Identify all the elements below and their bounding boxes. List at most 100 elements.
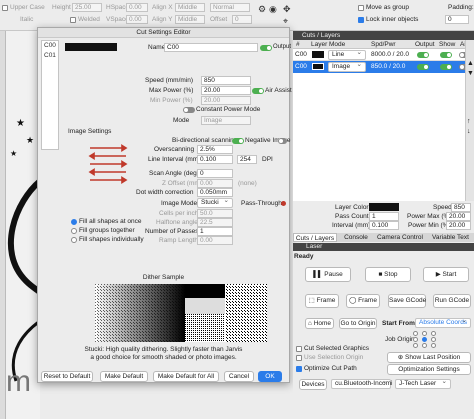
layer-color-button[interactable] bbox=[369, 203, 399, 211]
run-gcode-button[interactable]: Run GCode bbox=[433, 294, 471, 308]
num-passes-input[interactable]: 1 bbox=[197, 227, 233, 236]
table-row[interactable]: C00 Image 850.0 / 20.0 bbox=[293, 61, 474, 73]
move-icon[interactable]: ✥ bbox=[283, 4, 291, 15]
power-max-input[interactable]: 20.00 bbox=[446, 212, 471, 221]
job-origin-option[interactable] bbox=[422, 337, 427, 342]
move-down-icon[interactable]: ▼ bbox=[467, 70, 474, 77]
cancel-button[interactable]: Cancel bbox=[224, 371, 254, 382]
use-selection-origin-checkbox[interactable] bbox=[296, 355, 302, 361]
name-input[interactable]: C00 bbox=[164, 43, 258, 52]
row-mode-select[interactable]: Line bbox=[328, 49, 366, 60]
upper-case-checkbox[interactable] bbox=[2, 5, 8, 11]
speed-input[interactable]: 850 bbox=[451, 203, 471, 212]
job-origin-option[interactable] bbox=[413, 337, 418, 342]
pass-count-input[interactable]: 1 bbox=[369, 212, 399, 221]
fill-individually-radio[interactable] bbox=[71, 237, 77, 243]
output-toggle[interactable] bbox=[260, 45, 272, 51]
mode-select[interactable]: Image bbox=[201, 116, 251, 125]
row-output-toggle[interactable] bbox=[417, 52, 429, 58]
move-as-group-checkbox[interactable] bbox=[358, 5, 364, 11]
camera-icon[interactable]: ◉ bbox=[269, 4, 277, 15]
bidirectional-toggle[interactable] bbox=[232, 138, 244, 144]
frame-button-1[interactable]: ⬚ Frame bbox=[305, 294, 339, 308]
device-select[interactable]: J-Tech Laser bbox=[395, 378, 451, 389]
power-min-input[interactable]: 20.00 bbox=[446, 221, 471, 230]
reset-to-default-button[interactable]: Reset to Default bbox=[41, 371, 93, 382]
job-origin-option[interactable] bbox=[422, 331, 427, 336]
z-offset-input[interactable]: 0.00 bbox=[197, 179, 233, 188]
job-origin-option[interactable] bbox=[413, 343, 418, 348]
layer-list-item[interactable]: C01 bbox=[44, 52, 56, 60]
design-canvas[interactable]: ★ ★ ★ m bbox=[0, 31, 40, 419]
row-output-toggle[interactable] bbox=[417, 64, 429, 70]
port-select[interactable]: cu.Bluetooth-Incomi bbox=[331, 378, 392, 389]
lock-inner-objects-checkbox[interactable] bbox=[358, 17, 364, 23]
job-origin-grid[interactable] bbox=[413, 331, 437, 349]
arrow-down-icon[interactable]: ↓ bbox=[467, 128, 471, 135]
job-origin-option[interactable] bbox=[431, 331, 436, 336]
optimize-cut-path-checkbox[interactable] bbox=[296, 366, 302, 372]
layer-list-item[interactable]: C00 bbox=[44, 42, 56, 50]
go-to-origin-button[interactable]: Go to Origin bbox=[339, 318, 377, 329]
max-power-input[interactable]: 20.00 bbox=[201, 86, 251, 95]
ramp-length-input[interactable]: 0.00 bbox=[197, 236, 233, 245]
tab-cuts-layers[interactable]: Cuts / Layers bbox=[293, 233, 337, 242]
make-default-all-button[interactable]: Make Default for All bbox=[153, 371, 219, 382]
job-origin-option[interactable] bbox=[413, 331, 418, 336]
dot-width-input[interactable]: 0.050mm bbox=[197, 188, 233, 197]
cells-per-inch-input[interactable]: 50.0 bbox=[197, 209, 233, 218]
job-origin-option[interactable] bbox=[431, 343, 436, 348]
constant-power-toggle[interactable] bbox=[183, 107, 195, 113]
job-origin-option[interactable] bbox=[431, 337, 436, 342]
show-last-position-button[interactable]: ⊕ Show Last Position bbox=[387, 352, 471, 363]
arrow-up-icon[interactable]: ↑ bbox=[467, 118, 471, 125]
table-row[interactable]: C00 Line 8000.0 / 20.0 bbox=[293, 49, 474, 61]
welded-checkbox[interactable] bbox=[70, 17, 76, 23]
padding-input[interactable]: 0 bbox=[445, 15, 469, 24]
save-gcode-button[interactable]: Save GCode bbox=[388, 294, 426, 308]
height-input[interactable]: 25.00 bbox=[72, 3, 102, 12]
tab-variable-text[interactable]: Variable Text bbox=[427, 233, 474, 242]
row-show-toggle[interactable] bbox=[440, 64, 452, 70]
make-default-button[interactable]: Make Default bbox=[100, 371, 148, 382]
overscanning-input[interactable]: 2.5% bbox=[197, 145, 233, 154]
dpi-input[interactable]: 254 bbox=[237, 155, 257, 164]
stop-button[interactable]: ■ Stop bbox=[365, 267, 411, 282]
font-style-select[interactable]: Normal bbox=[210, 3, 250, 12]
start-button[interactable]: ▶ Start bbox=[423, 267, 469, 282]
min-power-input[interactable]: 20.00 bbox=[201, 96, 251, 105]
tab-console[interactable]: Console bbox=[339, 233, 373, 242]
pass-through-toggle[interactable] bbox=[281, 201, 286, 206]
align-y-select[interactable]: Middle bbox=[175, 15, 205, 24]
offset-input[interactable]: 0 bbox=[232, 15, 252, 24]
halftone-angle-input[interactable]: 22.5 bbox=[197, 218, 233, 227]
tab-camera-control[interactable]: Camera Control bbox=[375, 233, 425, 242]
row-mode-select[interactable]: Image bbox=[328, 61, 366, 72]
fill-groups-radio[interactable] bbox=[71, 228, 77, 234]
devices-button[interactable]: Devices bbox=[299, 379, 327, 390]
scan-angle-input[interactable]: 0 bbox=[197, 169, 233, 178]
vspace-input[interactable]: 0.00 bbox=[126, 15, 148, 24]
ok-button[interactable]: OK bbox=[258, 371, 282, 382]
start-from-select[interactable]: Absolute Coords bbox=[415, 317, 471, 328]
interval-input[interactable]: 0.100 bbox=[369, 221, 399, 230]
line-interval-input[interactable]: 0.100 bbox=[197, 155, 233, 164]
move-up-icon[interactable]: ▲ bbox=[467, 60, 474, 67]
frame-button-2[interactable]: ◯ Frame bbox=[346, 294, 380, 308]
optimization-settings-button[interactable]: Optimization Settings bbox=[387, 364, 471, 375]
crosshair-icon[interactable]: ⌖ bbox=[283, 16, 288, 27]
speed-input[interactable]: 850 bbox=[201, 76, 251, 85]
hspace-input[interactable]: 0.00 bbox=[126, 3, 148, 12]
image-mode-select[interactable]: Stucki bbox=[197, 197, 233, 208]
layer-color-swatch[interactable] bbox=[65, 43, 117, 51]
weld-tool-icon[interactable]: ⚙ bbox=[258, 4, 266, 15]
pause-button[interactable]: ▌▌ Pause bbox=[305, 267, 351, 282]
align-x-select[interactable]: Middle bbox=[175, 3, 205, 12]
cut-selected-checkbox[interactable] bbox=[296, 346, 302, 352]
row-show-toggle[interactable] bbox=[440, 52, 452, 58]
job-origin-option[interactable] bbox=[422, 343, 427, 348]
home-button[interactable]: ⌂ Home bbox=[305, 318, 334, 329]
air-assist-toggle[interactable] bbox=[252, 88, 264, 94]
fill-all-radio[interactable] bbox=[71, 219, 77, 225]
negative-image-toggle[interactable] bbox=[278, 138, 287, 144]
